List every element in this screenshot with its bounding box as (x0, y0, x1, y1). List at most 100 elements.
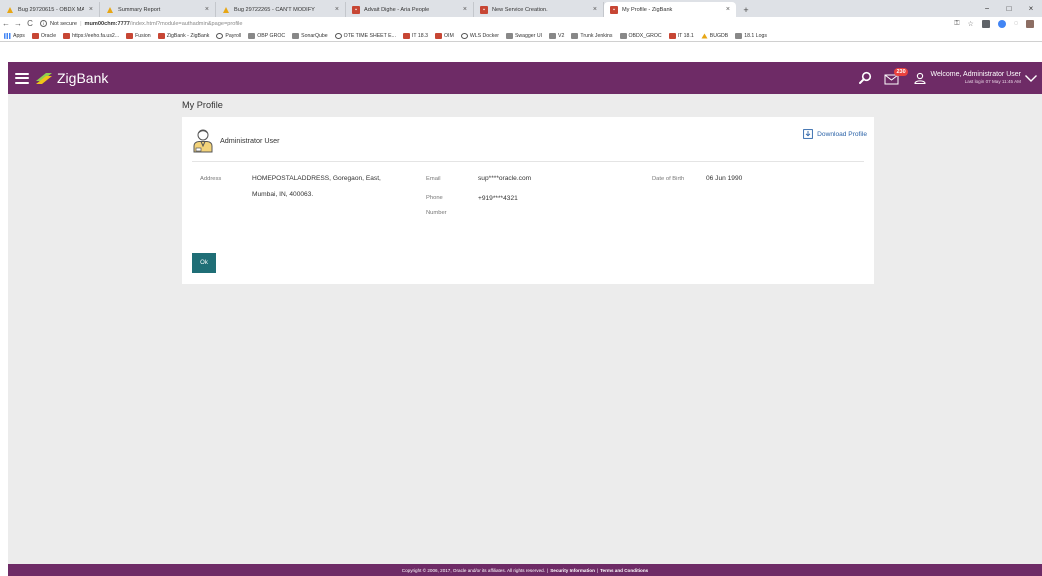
oracle-icon (157, 32, 165, 39)
zigbank-logo-icon (36, 73, 52, 84)
close-tab-icon[interactable]: × (593, 6, 597, 13)
phone-value: +919****4321 (478, 195, 518, 202)
new-tab-button[interactable]: + (738, 2, 754, 17)
address-row: ← → C i Not secure | mum00chm:7777 /inde… (0, 17, 1042, 30)
brand-name: ZigBank (57, 70, 109, 86)
browser-tab[interactable]: ▪ Advait Dighe - Aria People × (346, 2, 474, 17)
extension-icon[interactable] (997, 19, 1006, 28)
mailbox-button[interactable]: 230 (884, 68, 908, 85)
back-button[interactable]: ← (0, 19, 12, 28)
menu-hamburger-icon[interactable] (15, 72, 29, 84)
phone-label-2: Number (426, 210, 447, 216)
address-bar[interactable]: i Not secure | mum00chm:7777 /index.html… (40, 18, 243, 29)
bookmark-item[interactable]: Apps (4, 32, 25, 39)
profile-card: Administrator User Download Profile Addr… (182, 117, 874, 284)
url-host: mum00chm:7777 (84, 20, 130, 27)
browser-tab[interactable]: Bug 29720615 - OBDX MAILBOX × (0, 2, 100, 17)
bookmark-item[interactable]: V2 (549, 32, 564, 39)
bookmark-item[interactable]: OBP GROC (248, 32, 285, 39)
email-label: Email (426, 176, 441, 182)
user-menu[interactable]: Welcome, Administrator User Last login 0… (930, 71, 1021, 85)
profile-avatar-icon[interactable] (1026, 19, 1034, 28)
window-controls: − □ × (976, 0, 1042, 17)
reload-button[interactable]: C (24, 19, 36, 28)
globe-icon (460, 32, 468, 39)
bookmark-item[interactable]: IT 18.3 (402, 32, 428, 39)
bookmark-item[interactable]: OBDX_GROC (619, 32, 662, 39)
bug-favicon-icon (222, 6, 230, 14)
address-line-2: Mumbai, IN, 400063. (252, 191, 314, 198)
dob-label: Date of Birth (652, 176, 685, 182)
minimize-button[interactable]: − (976, 4, 998, 13)
bookmark-icon (549, 32, 557, 39)
bookmark-item[interactable]: Oracle (31, 32, 56, 39)
oracle-icon (402, 32, 410, 39)
brand-logo[interactable]: ZigBank (34, 70, 108, 86)
bookmark-item[interactable]: Payroll (216, 32, 241, 39)
bookmark-item[interactable]: ZigBank - ZigBank (157, 32, 209, 39)
browser-tab[interactable]: Bug 29722265 - CAN'T MODIFY × (216, 2, 346, 17)
bookmark-icon (292, 32, 300, 39)
header-actions: 230 Welcome, Administrator User Last log… (858, 62, 1038, 94)
extension-icon[interactable] (981, 19, 990, 28)
bookmark-item[interactable]: BUGDB (701, 33, 728, 39)
address-line-1: HOMEPOSTALADDRESS, Goregaon, East, (252, 175, 381, 182)
dob-value: 06 Jun 1990 (706, 175, 743, 182)
url-path: /index.html?module=authadmin&page=profil… (129, 20, 243, 27)
info-icon[interactable]: i (40, 20, 47, 27)
security-information-link[interactable]: Security Information (550, 568, 595, 573)
bug-favicon-icon (6, 6, 14, 14)
browser-tab-active[interactable]: ▪ My Profile - ZigBank × (604, 2, 736, 17)
star-icon[interactable]: ☆ (968, 20, 974, 28)
oracle-favicon-icon: ▪ (352, 5, 360, 14)
email-value: sup****oracle.com (478, 175, 532, 182)
ok-button[interactable]: Ok (192, 253, 216, 273)
browser-tab[interactable]: Summary Report × (100, 2, 216, 17)
browser-tab[interactable]: ▪ New Service Creation. × (474, 2, 604, 17)
bookmark-item[interactable]: https://eeho.fa.us2... (63, 32, 119, 39)
bookmark-item[interactable]: 18.1 Logs (735, 32, 767, 39)
page-title: My Profile (182, 100, 223, 110)
oracle-icon (126, 32, 134, 39)
app-header: ZigBank 230 Welcome, Administrator User … (8, 62, 1042, 94)
oracle-icon (435, 32, 442, 39)
phone-label: Phone (426, 195, 443, 201)
bug-icon (701, 33, 708, 39)
download-profile-link[interactable]: Download Profile (803, 129, 867, 139)
close-tab-icon[interactable]: × (335, 6, 339, 13)
key-icon[interactable]: ⚿ (954, 20, 959, 28)
close-tab-icon[interactable]: × (463, 6, 467, 13)
browser-toolbar-icons: ⚿ ☆ ◌ (954, 17, 1034, 30)
close-window-button[interactable]: × (1020, 4, 1042, 13)
maximize-button[interactable]: □ (998, 4, 1020, 13)
bookmark-item[interactable]: WLS Docker (460, 32, 499, 39)
bookmark-item[interactable]: Trunk Jenkins (571, 32, 613, 39)
bookmark-item[interactable]: Fusion (126, 32, 151, 39)
bookmark-item[interactable]: IT 18.1 (668, 32, 694, 39)
profile-header: Administrator User (192, 127, 280, 153)
close-tab-icon[interactable]: × (726, 6, 730, 13)
oracle-icon (63, 32, 71, 39)
bookmark-icon (505, 32, 513, 39)
close-tab-icon[interactable]: × (89, 6, 93, 13)
terms-and-conditions-link[interactable]: Terms and Conditions (600, 568, 648, 573)
oracle-favicon-icon: ▪ (480, 5, 488, 14)
address-label: Address (200, 176, 222, 182)
bookmark-icon (619, 32, 627, 39)
download-icon (803, 129, 813, 139)
chevron-down-icon[interactable] (1024, 73, 1038, 83)
bookmark-item[interactable]: SonarQube (292, 32, 328, 39)
bookmark-item[interactable]: Swagger UI (505, 32, 542, 39)
bookmark-icon (735, 32, 743, 39)
extension-icon[interactable]: ◌ (1014, 20, 1018, 27)
mail-count-badge: 230 (894, 68, 908, 76)
user-avatar-icon (193, 129, 213, 153)
search-icon[interactable] (858, 71, 872, 85)
bug-favicon-icon (106, 6, 114, 14)
close-tab-icon[interactable]: × (205, 6, 209, 13)
profile-user-name: Administrator User (220, 135, 280, 145)
forward-button[interactable]: → (12, 19, 24, 28)
bookmark-item[interactable]: OTE TIME SHEET E... (334, 32, 396, 39)
bookmark-item[interactable]: OIM (435, 32, 454, 39)
security-label: Not secure (50, 20, 78, 27)
